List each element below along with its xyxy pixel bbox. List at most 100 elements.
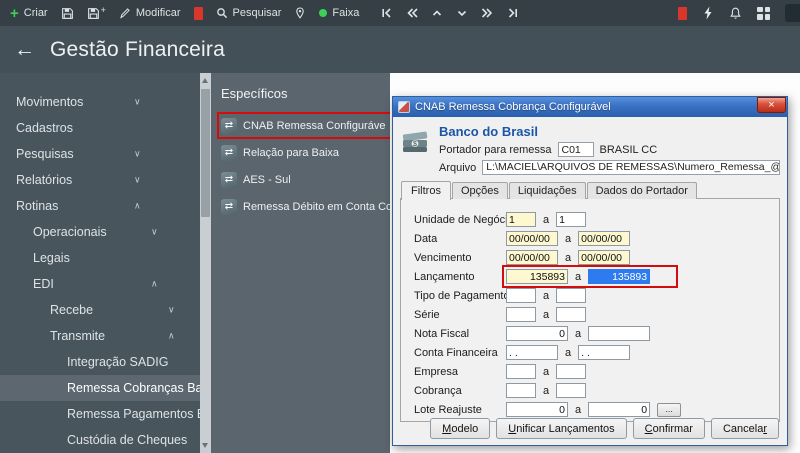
field-label: Lote Reajuste — [414, 403, 482, 416]
sidebar-item-label: Legais — [33, 251, 70, 265]
confirmar-button[interactable]: Confirmar — [632, 418, 705, 439]
empresa-to-field[interactable] — [556, 364, 587, 379]
vencimento-to-field[interactable] — [578, 250, 631, 265]
cnab-dialog: CNAB Remessa Cobrança Configurável × $ B… — [392, 96, 788, 446]
sidebar-item-rotinas[interactable]: Rotinas ∧ — [0, 193, 200, 219]
save-button[interactable] — [61, 7, 74, 20]
specificos-item-cnab-remessa-configuravel[interactable]: ⇄ CNAB Remessa Configurável — [217, 112, 390, 139]
tab-filtros[interactable]: Filtros — [401, 181, 451, 200]
sidebar-item-remessa-cobrancas-bancar[interactable]: Remessa Cobranças Bancár — [0, 375, 200, 401]
bank-info: Banco do Brasil Portador para remessa C0… — [439, 124, 780, 175]
sidebar-item-legais[interactable]: Legais — [0, 245, 200, 271]
specificos-panel: Específicos ⇄ CNAB Remessa Configurável ⇄ R… — [211, 73, 390, 453]
svg-text:$: $ — [413, 141, 417, 148]
nota-fiscal-to-field[interactable] — [588, 326, 651, 341]
nav-first-button[interactable] — [380, 7, 394, 19]
conta-financeira-from-field[interactable] — [506, 345, 558, 360]
back-arrow-icon[interactable]: ← — [14, 39, 35, 60]
specificos-item-remessa-debito-em-conta-configuravel[interactable]: ⇄ Remessa Débito em Conta Configurável — [221, 197, 390, 216]
unidade-de-negocio-to-field[interactable] — [556, 212, 587, 227]
search-button[interactable]: Pesquisar — [216, 7, 281, 19]
range-separator: a — [543, 308, 550, 321]
nota-fiscal-from-field[interactable] — [506, 326, 568, 341]
sidebar-item-recebe[interactable]: Recebe ∨ — [0, 297, 200, 323]
lancamento-to-field[interactable] — [588, 269, 651, 284]
nav-next-button[interactable] — [480, 7, 494, 19]
chevron-down-icon: ∨ — [134, 96, 141, 107]
nav-down-button[interactable] — [455, 7, 469, 19]
tab-dados-do-portador[interactable]: Dados do Portador — [586, 182, 697, 199]
pin-button[interactable] — [294, 7, 306, 19]
nav-last-button[interactable] — [505, 7, 519, 19]
create-label: Criar — [23, 7, 48, 19]
faixa-button[interactable]: Faixa — [319, 7, 359, 19]
toolbar-right-group — [678, 4, 800, 22]
portador-code-field[interactable]: C01 — [557, 142, 594, 157]
filter-row-conta-financeira: Conta Financeira a — [414, 345, 779, 360]
tipo-de-pagamento-from-field[interactable] — [506, 288, 536, 303]
data-from-field[interactable] — [506, 231, 558, 246]
sidebar-scrollbar[interactable] — [200, 73, 211, 453]
sidebar-item-pesquisas[interactable]: Pesquisas ∨ — [0, 141, 200, 167]
field-label: Cobrança — [414, 384, 462, 397]
chevron-up-icon: ∧ — [168, 330, 175, 341]
unificar-lancamentos-button[interactable]: Unificar Lançamentos — [496, 418, 627, 439]
empresa-from-field[interactable] — [506, 364, 536, 379]
create-button[interactable]: + Criar — [10, 6, 48, 21]
lote-reajuste-browse-button[interactable]: ... — [657, 402, 682, 417]
specificos-item-relacao-para-baixa[interactable]: ⇄ Relação para Baixa — [221, 143, 339, 162]
lancamento-from-field[interactable] — [506, 269, 568, 284]
scroll-down-icon[interactable] — [202, 443, 208, 448]
range-separator: a — [543, 213, 550, 226]
tipo-de-pagamento-to-field[interactable] — [556, 288, 587, 303]
plus-icon: + — [100, 4, 106, 15]
sidebar-item-relatorios[interactable]: Relatórios ∨ — [0, 167, 200, 193]
cancelar-button[interactable]: Cancelar — [710, 418, 779, 439]
sidebar-item-integracao-sadig[interactable]: Integração SADIG — [0, 349, 200, 375]
sidebar-item-custodia-de-cheques[interactable]: Custódia de Cheques — [0, 427, 200, 453]
close-button[interactable]: × — [757, 97, 786, 113]
cobranca-from-field[interactable] — [506, 383, 536, 398]
tab-liquidacoes[interactable]: Liquidações — [508, 182, 586, 199]
specificos-item-aes-sul[interactable]: ⇄ AES - Sul — [221, 170, 291, 189]
vencimento-from-field[interactable] — [506, 250, 558, 265]
conta-financeira-to-field[interactable] — [578, 345, 631, 360]
sidebar-item-remessa-pagamentos-banca[interactable]: Remessa Pagamentos Banca — [0, 401, 200, 427]
pin-icon — [294, 7, 306, 19]
sidebar-item-movimentos[interactable]: Movimentos ∨ — [0, 89, 200, 115]
nav-up-button[interactable] — [430, 7, 444, 19]
transfer-icon: ⇄ — [221, 117, 237, 134]
bank-icon: $ — [400, 126, 430, 175]
sidebar-item-transmite[interactable]: Transmite ∧ — [0, 323, 200, 349]
specificos-item-label: Remessa Débito em Conta Configurável — [243, 200, 390, 213]
serie-to-field[interactable] — [556, 307, 587, 322]
lote-reajuste-from-field[interactable] — [506, 402, 568, 417]
scroll-up-icon[interactable] — [202, 78, 208, 83]
sidebar-item-edi[interactable]: EDI ∧ — [0, 271, 200, 297]
range-nota-fiscal: a — [506, 326, 651, 341]
field-label: Conta Financeira — [414, 346, 498, 359]
range-conta-financeira: a — [506, 345, 631, 360]
filter-row-data: Data a — [414, 231, 779, 246]
scroll-thumb[interactable] — [201, 89, 210, 217]
arquivo-field[interactable]: L:\MACIEL\ARQUIVOS DE REMESSAS\Numero_Re… — [482, 160, 780, 175]
cobranca-to-field[interactable] — [556, 383, 587, 398]
modelo-button[interactable]: Modelo — [430, 418, 491, 439]
unidade-de-negocio-from-field[interactable] — [506, 212, 536, 227]
lote-reajuste-to-field[interactable] — [588, 402, 651, 417]
sidebar-item-label: Rotinas — [16, 199, 59, 213]
apps-grid-icon[interactable] — [757, 6, 770, 20]
sidebar-item-label: Relatórios — [16, 173, 73, 187]
nav-prev-button[interactable] — [405, 7, 419, 19]
quick-actions-button[interactable] — [702, 6, 714, 20]
save-new-button[interactable]: + — [87, 4, 106, 20]
notifications-button[interactable] — [729, 7, 742, 20]
sidebar-item-operacionais[interactable]: Operacionais ∨ — [0, 219, 200, 245]
data-to-field[interactable] — [578, 231, 631, 246]
tab-opcoes[interactable]: Opções — [451, 182, 508, 199]
serie-from-field[interactable] — [506, 307, 536, 322]
sidebar-item-cadastros[interactable]: Cadastros — [0, 115, 200, 141]
lightning-icon — [702, 6, 714, 20]
dialog-titlebar[interactable]: CNAB Remessa Cobrança Configurável × — [393, 97, 787, 117]
modify-button[interactable]: Modificar — [119, 7, 181, 19]
